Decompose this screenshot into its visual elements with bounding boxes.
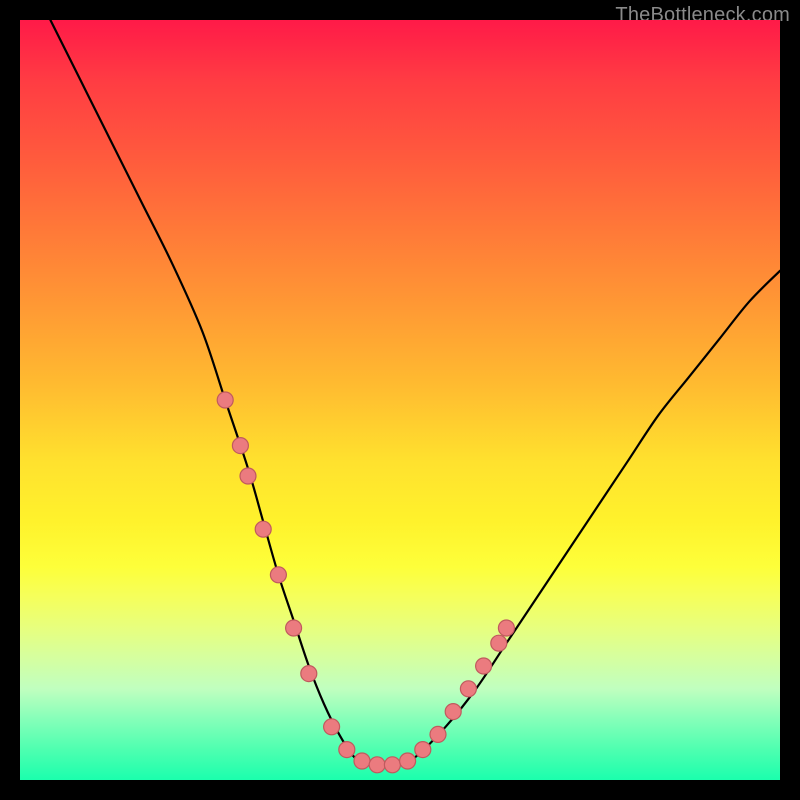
curve-marker — [324, 719, 340, 735]
plot-area — [20, 20, 780, 780]
curve-marker — [301, 666, 317, 682]
curve-marker — [339, 742, 355, 758]
curve-marker — [255, 521, 271, 537]
curve-marker — [445, 704, 461, 720]
markers-group — [217, 392, 514, 773]
curve-marker — [498, 620, 514, 636]
curve-marker — [415, 742, 431, 758]
curve-marker — [430, 726, 446, 742]
curve-marker — [217, 392, 233, 408]
curve-marker — [491, 635, 507, 651]
curve-marker — [384, 757, 400, 773]
curve-marker — [354, 753, 370, 769]
chart-container: TheBottleneck.com — [0, 0, 800, 800]
curve-marker — [232, 438, 248, 454]
curve-marker — [476, 658, 492, 674]
curve-marker — [400, 753, 416, 769]
chart-svg — [20, 20, 780, 780]
curve-marker — [270, 567, 286, 583]
curve-marker — [369, 757, 385, 773]
curve-marker — [460, 681, 476, 697]
bottleneck-curve — [50, 20, 780, 765]
curve-marker — [240, 468, 256, 484]
curve-marker — [286, 620, 302, 636]
